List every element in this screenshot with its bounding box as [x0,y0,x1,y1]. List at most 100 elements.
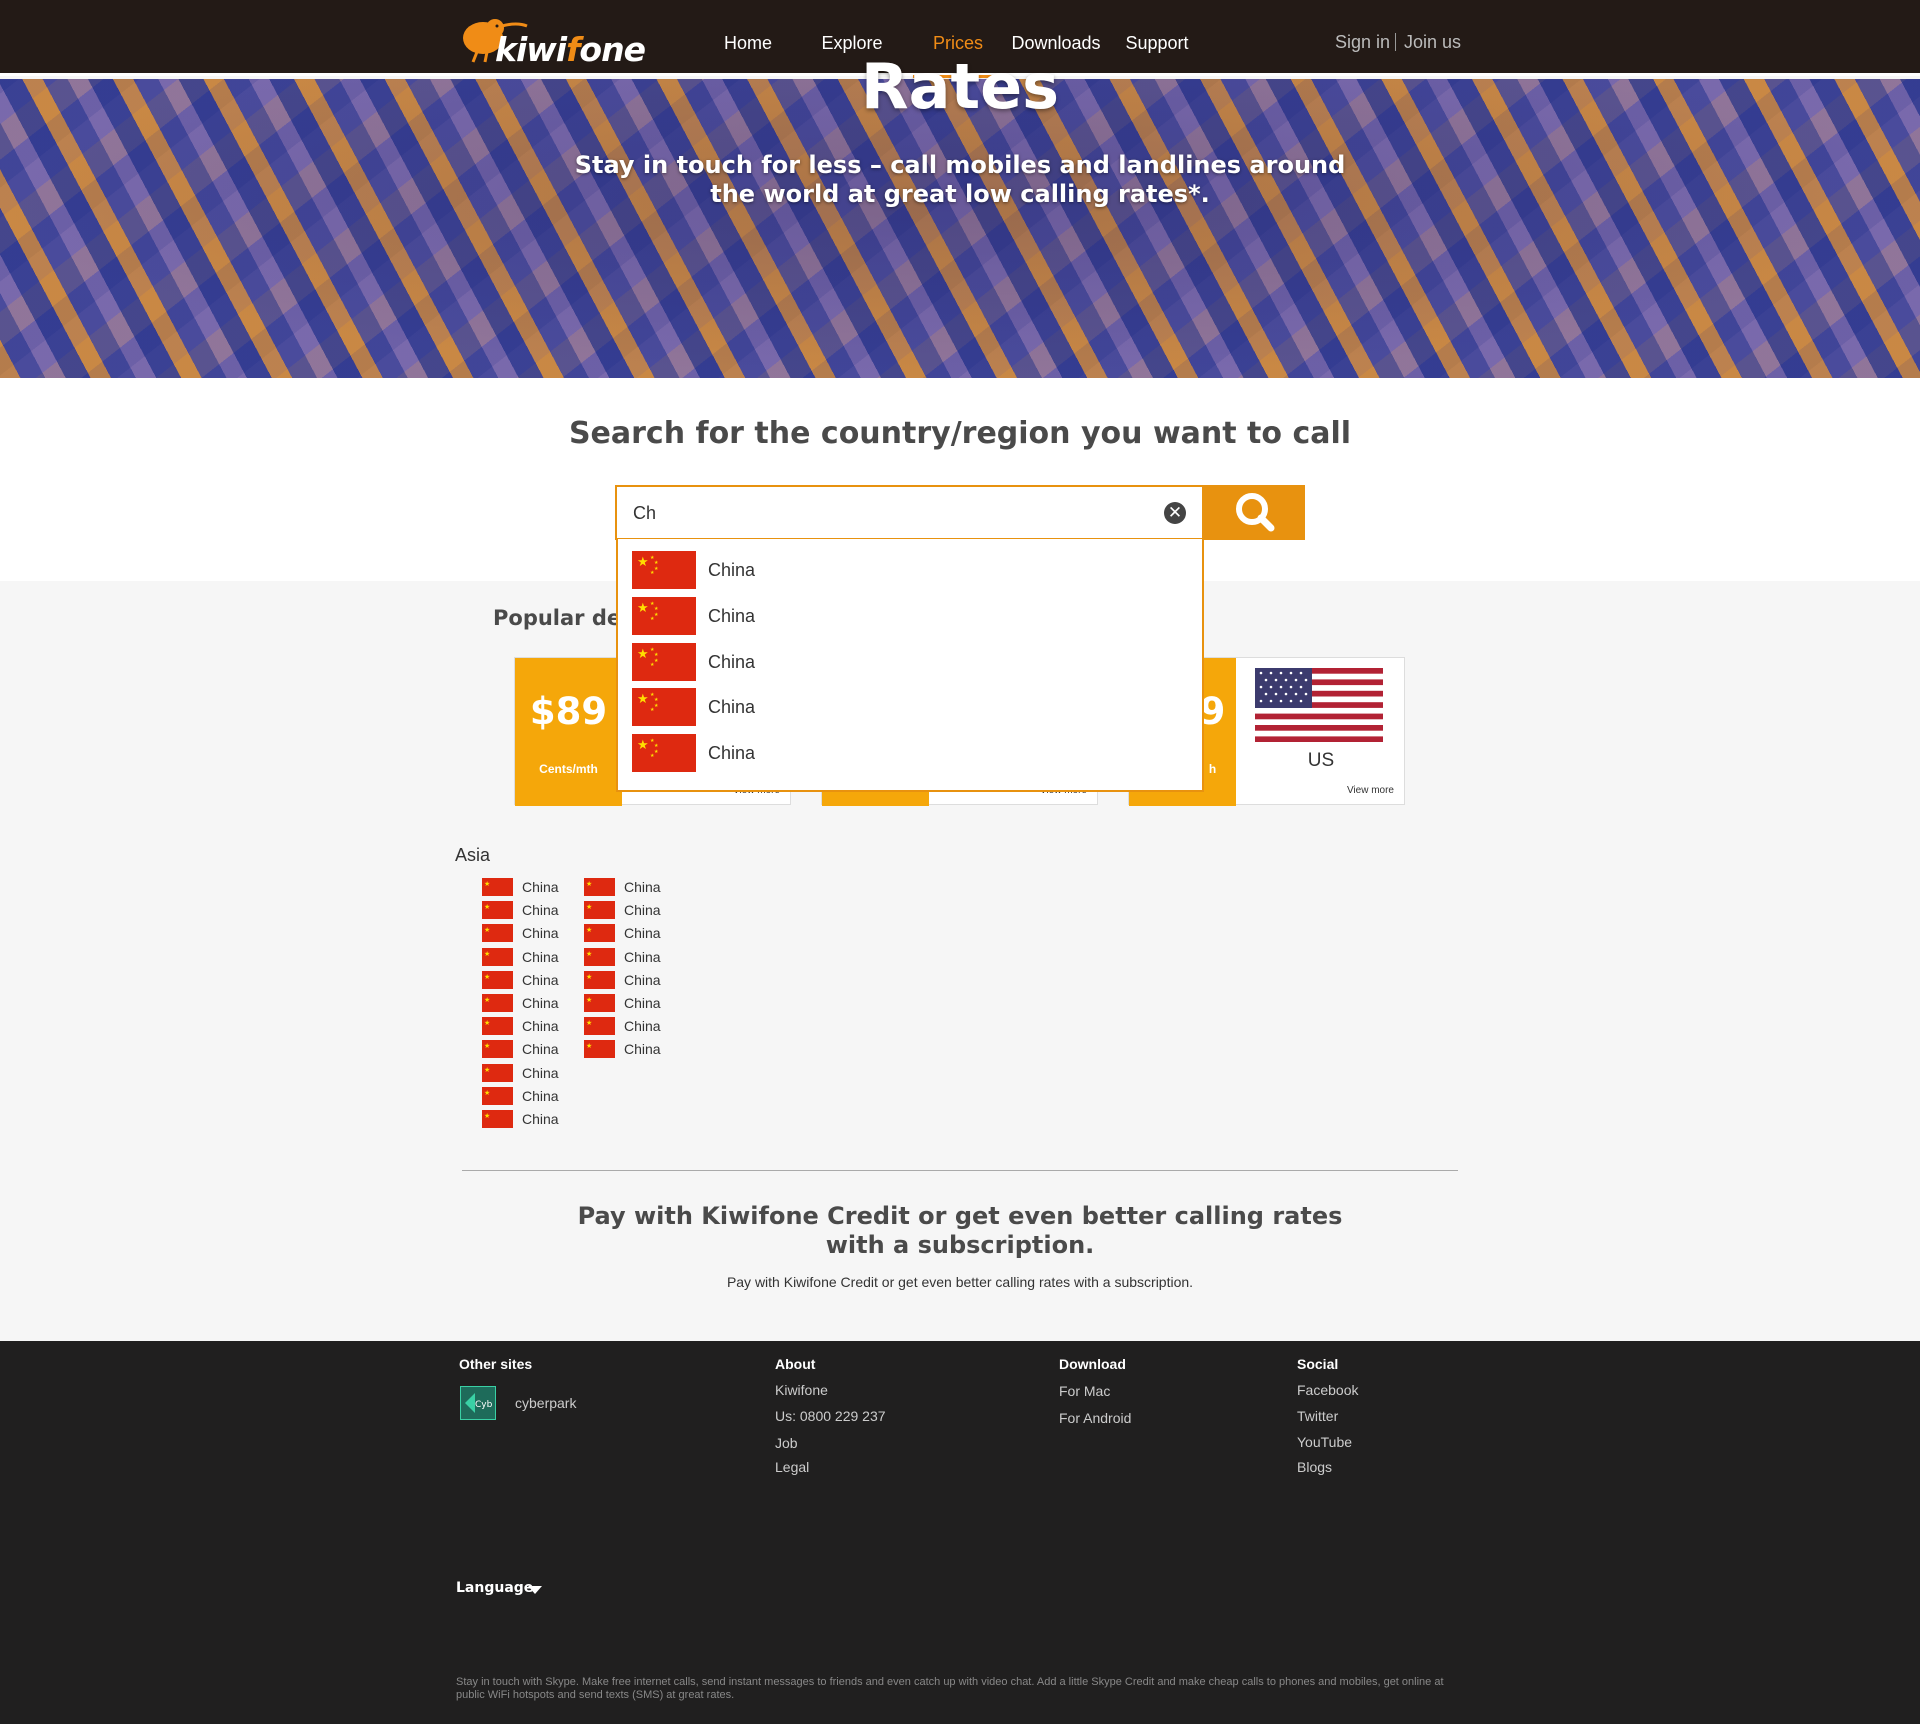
svg-text:★: ★ [484,1042,490,1050]
region-heading-asia: Asia [455,845,491,865]
svg-text:★: ★ [650,662,655,668]
country-name: China [522,995,559,1011]
svg-text:★: ★ [586,880,592,888]
footer-heading-other-sites: Other sites [459,1356,533,1372]
country-name: China [522,1064,559,1081]
footer-link-mac[interactable]: For Mac [1059,1383,1110,1399]
china-flag-icon: ★ [584,924,615,943]
china-flag-icon: ★ ★★★★ [632,643,696,681]
rate-amount: $89 [529,690,608,733]
pay-description: Pay with Kiwifone Credit or get even bet… [726,1274,1194,1290]
china-flag-icon: ★ [584,947,615,966]
china-flag-icon: ★ [482,994,513,1012]
suggestion-item[interactable]: ★ ★ ★ ★ ★ China [632,688,1192,726]
country-name: China [624,1018,661,1035]
country-name: China [624,902,661,919]
svg-text:★: ★ [484,926,490,934]
china-flag-icon: ★ [482,901,513,920]
svg-text:★: ★ [650,616,655,622]
country-name: China [624,995,661,1011]
svg-text:★: ★ [586,1019,592,1027]
hero-subtitle: Stay in touch for less – call mobiles an… [574,151,1346,208]
suggestion-item[interactable]: ★ ★ ★ ★ ★ China [632,597,1192,635]
cyberpark-logo-text: Cyb [475,1400,493,1410]
country-name: China [522,948,559,965]
footer-link-cyberpark[interactable]: cyberpark [515,1395,576,1411]
svg-text:★: ★ [654,612,659,618]
country-name: China [522,879,559,895]
divider [1395,33,1396,51]
chevron-down-icon[interactable] [528,1586,542,1594]
country-name: China [522,902,559,919]
footer-link-kiwifone[interactable]: Kiwifone [775,1382,828,1398]
svg-text:★: ★ [586,973,592,981]
country-name: China [522,1018,559,1035]
search-button[interactable] [1204,485,1305,540]
china-flag-icon: ★ [584,1017,615,1036]
footer-link-blogs[interactable]: Blogs [1297,1459,1332,1475]
svg-text:★: ★ [484,950,490,958]
svg-text:★: ★ [586,996,592,1004]
suggestion-item[interactable]: ★ ★ ★ ★ ★ China [632,734,1192,772]
view-more-link[interactable]: View more [1347,785,1394,796]
footer-heading-social: Social [1297,1356,1339,1372]
us-flag-icon [1255,668,1383,742]
china-flag-icon: ★ [482,1086,513,1105]
cyberpark-logo-icon[interactable]: Cyb [460,1386,496,1420]
language-selector[interactable]: Language [456,1580,533,1596]
svg-text:★: ★ [484,996,490,1004]
country-name: China [624,971,661,988]
china-flag-icon: ★ [482,947,513,966]
rate-unit: Cents/mth [539,762,598,776]
country-name: China [624,879,661,895]
svg-text:★: ★ [654,658,659,664]
suggestion-item[interactable]: ★ ★ ★ ★ ★ China [632,643,1192,681]
svg-text:★: ★ [484,1066,490,1074]
china-flag-icon: ★ [482,1110,513,1128]
footer-link-android[interactable]: For Android [1059,1410,1131,1426]
china-flag-icon: ★ ★★★★ [632,734,696,772]
country-name: China [624,1041,661,1058]
svg-text:★: ★ [650,707,655,713]
svg-text:★: ★ [637,691,649,706]
magnifier-icon [1236,493,1275,532]
footer-link-youtube[interactable]: YouTube [1297,1434,1352,1450]
country-name: China [522,971,559,988]
footer-phone[interactable]: Us: 0800 229 237 [775,1408,886,1424]
page-footer [0,1341,1920,1724]
footer-link-twitter[interactable]: Twitter [1297,1408,1338,1424]
svg-text:★: ★ [586,903,592,911]
svg-text:★: ★ [586,1042,592,1050]
hero-banner [0,79,1920,378]
rate-country: US [1307,750,1335,771]
search-input[interactable] [633,501,1133,525]
china-flag-icon: ★ [482,1017,513,1036]
suggestion-label: China [708,560,756,580]
footer-link-legal[interactable]: Legal [775,1459,809,1475]
section-divider [462,1170,1458,1171]
svg-text:★: ★ [484,1112,490,1120]
search-field[interactable]: ✕ [615,485,1204,540]
country-name: China [522,1041,559,1058]
page-title: Rates [860,50,1060,123]
footer-link-job[interactable]: Job [775,1435,798,1451]
country-name: China [624,925,661,942]
svg-text:★: ★ [586,950,592,958]
svg-text:★: ★ [484,903,490,911]
china-flag-icon: ★ ★★★★ [632,551,696,589]
suggestion-item[interactable]: ★ ★ ★ ★ ★ China [632,551,1192,589]
svg-text:★: ★ [654,566,659,572]
china-flag-icon: ★ [482,924,513,943]
svg-text:★: ★ [484,1089,490,1097]
china-flag-icon: ★ [482,878,513,896]
footer-link-facebook[interactable]: Facebook [1297,1382,1358,1398]
china-flag-icon: ★ [584,878,615,896]
svg-text:★: ★ [650,753,655,759]
svg-text:★: ★ [637,554,649,569]
china-flag-icon: ★ [482,970,513,989]
suggestion-label: China [708,652,756,672]
search-heading: Search for the country/region you want t… [568,416,1352,451]
svg-text:★: ★ [637,600,649,615]
china-flag-icon: ★ [584,994,615,1012]
clear-icon[interactable]: ✕ [1164,502,1186,524]
